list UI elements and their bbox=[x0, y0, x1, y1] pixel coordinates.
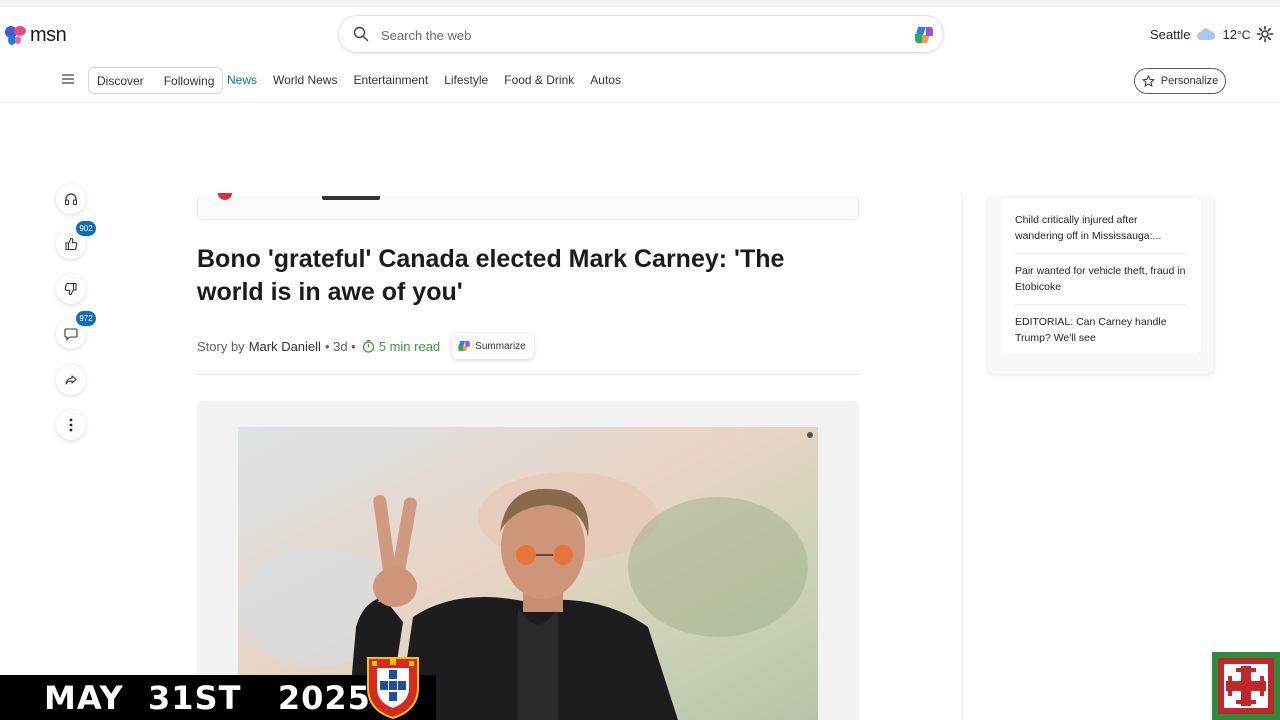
weather-widget[interactable]: Seattle 12°C bbox=[1150, 27, 1250, 42]
date-banner-text: MAY 31ST 2025 bbox=[44, 679, 371, 717]
nav-item-news[interactable]: News bbox=[227, 73, 257, 87]
portugal-coat-of-arms-icon bbox=[367, 657, 419, 720]
follow-button-partial[interactable] bbox=[322, 196, 380, 200]
msn-butterfly-icon bbox=[5, 25, 26, 45]
copilot-icon[interactable] bbox=[913, 24, 935, 46]
menu-icon[interactable] bbox=[62, 74, 74, 84]
weather-unit: °C bbox=[1236, 28, 1251, 42]
related-story-2[interactable]: Pair wanted for vehicle theft, fraud in … bbox=[1015, 263, 1187, 295]
msn-header: msn Seattle 12°C bbox=[0, 7, 1280, 63]
cloud-icon bbox=[1197, 28, 1216, 40]
related-story-divider bbox=[1015, 253, 1187, 254]
personalize-label: Personalize bbox=[1160, 75, 1219, 87]
sparkle-star-icon bbox=[1141, 74, 1155, 87]
author-link[interactable]: Mark Daniell bbox=[249, 339, 321, 354]
read-time-label: 5 min read bbox=[378, 338, 441, 354]
publisher-logo-partial bbox=[218, 193, 232, 200]
msn-logo[interactable]: msn bbox=[4, 24, 67, 47]
comment-icon bbox=[64, 328, 78, 341]
read-time: 5 min read bbox=[362, 339, 440, 354]
more-options-button[interactable] bbox=[56, 410, 86, 440]
article-age: • 3d • bbox=[324, 338, 356, 354]
personalize-button[interactable]: Personalize bbox=[1134, 68, 1226, 94]
story-by-label: Story by bbox=[197, 338, 245, 354]
related-stories-card: Child critically injured after wandering… bbox=[988, 196, 1214, 374]
search-input[interactable] bbox=[381, 25, 881, 45]
discover-following-toggle: Discover Following bbox=[88, 67, 224, 94]
nav-item-food-drink[interactable]: Food & Drink bbox=[504, 73, 574, 87]
share-icon bbox=[65, 375, 77, 385]
comment-count-badge: 972 bbox=[76, 311, 96, 326]
related-story-1[interactable]: Child critically injured after wandering… bbox=[1015, 212, 1187, 244]
tab-discover[interactable]: Discover bbox=[97, 74, 144, 88]
nav-item-world-news[interactable]: World News bbox=[273, 73, 337, 87]
summarize-label: Summarize bbox=[475, 340, 526, 352]
nav-item-autos[interactable]: Autos bbox=[590, 73, 621, 87]
like-button[interactable]: 902 bbox=[56, 221, 96, 259]
article-byline: Story by Mark Daniell • 3d • 5 min read … bbox=[197, 333, 534, 359]
publisher-strip bbox=[197, 193, 859, 220]
copilot-small-icon bbox=[458, 340, 470, 352]
logo-text: msn bbox=[30, 24, 67, 46]
related-story-3[interactable]: EDITORIAL: Can Carney handle Trump? We'l… bbox=[1015, 314, 1187, 346]
green-cross-flag-icon bbox=[1212, 652, 1280, 720]
headphones-icon bbox=[64, 193, 78, 206]
more-vertical-icon bbox=[69, 418, 73, 432]
browser-top-strip bbox=[0, 0, 1280, 7]
share-button[interactable] bbox=[56, 365, 86, 395]
gear-icon[interactable] bbox=[1256, 25, 1274, 43]
tab-following[interactable]: Following bbox=[164, 74, 215, 88]
nav-items: News World News Entertainment Lifestyle … bbox=[227, 73, 621, 87]
listen-button[interactable] bbox=[56, 184, 86, 214]
article-headline: Bono 'grateful' Canada elected Mark Carn… bbox=[197, 245, 785, 306]
comment-button[interactable]: 972 bbox=[56, 311, 96, 349]
thumbs-up-icon bbox=[65, 237, 78, 251]
weather-city: Seattle bbox=[1150, 27, 1191, 42]
sidebar-divider bbox=[962, 196, 963, 720]
search-bar[interactable] bbox=[338, 15, 944, 53]
article-image-container bbox=[197, 401, 859, 720]
byline-divider bbox=[197, 374, 859, 375]
dislike-button[interactable] bbox=[56, 274, 86, 304]
summarize-button[interactable]: Summarize bbox=[452, 333, 534, 359]
like-count-badge: 902 bbox=[76, 221, 96, 236]
related-story-divider bbox=[1015, 304, 1187, 305]
nav-item-entertainment[interactable]: Entertainment bbox=[353, 73, 428, 87]
category-nav: Discover Following News World News Enter… bbox=[0, 63, 1280, 103]
weather-temp: 12°C bbox=[1222, 27, 1251, 42]
related-stories-list: Child critically injured after wandering… bbox=[1001, 198, 1201, 354]
timer-icon bbox=[362, 339, 374, 353]
thumbs-down-icon bbox=[64, 282, 77, 296]
search-icon bbox=[353, 26, 369, 42]
nav-item-lifestyle[interactable]: Lifestyle bbox=[444, 73, 488, 87]
